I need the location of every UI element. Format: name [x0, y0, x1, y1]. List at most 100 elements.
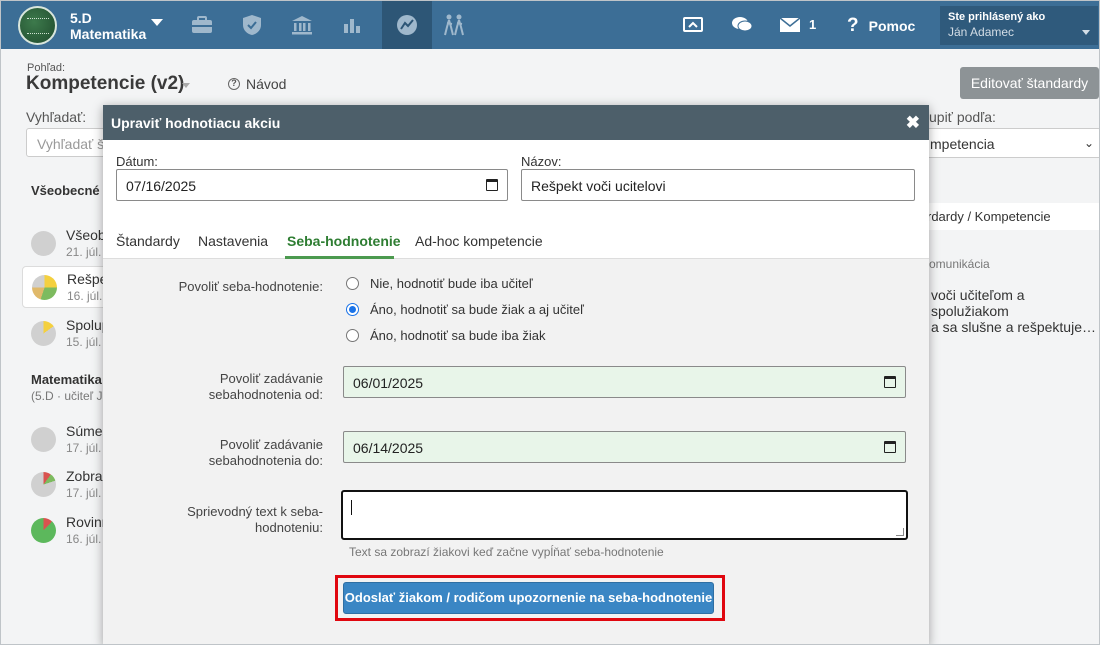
radio-button[interactable]	[346, 329, 359, 342]
name-label: Názov:	[521, 154, 562, 169]
radio-label: Áno, hodnotiť sa bude iba žiak	[370, 328, 546, 343]
date-value: 07/16/2025	[126, 178, 197, 194]
close-icon[interactable]: ✖	[906, 113, 920, 133]
competence-category: omunikácia	[929, 257, 990, 271]
question-circle-icon: ?	[228, 78, 240, 90]
radio-option-teacher-only[interactable]: Nie, hodnotiť bude iba učiteľ	[346, 276, 533, 291]
user-menu[interactable]: Ste prihlásený ako Ján Adamec	[940, 6, 1098, 45]
date-label: Dátum:	[116, 154, 158, 169]
to-date-value: 06/14/2025	[353, 440, 424, 456]
item-date: 21. júl.	[66, 245, 102, 259]
help-link[interactable]: ? Pomoc	[847, 15, 915, 37]
radio-button[interactable]	[346, 277, 359, 290]
dialog-title: Upraviť hodnotiacu akciu	[111, 115, 281, 131]
section-subtitle: (5.D · učiteľ J	[31, 389, 103, 403]
list-item[interactable]: Zobraz 17. júl.	[22, 464, 112, 506]
briefcase-icon[interactable]	[177, 1, 227, 49]
guide-link[interactable]: ? Návod	[228, 76, 286, 92]
dialog-tabs: Štandardy Nastavenia Seba-hodnotenie Ad-…	[103, 223, 929, 259]
accompanying-text-label: Sprievodný text k seba- hodnoteniu:	[123, 504, 323, 536]
chevron-down-icon	[1082, 30, 1090, 35]
section-title-general: Všeobecné	[31, 183, 100, 198]
item-date: 17. júl.	[66, 441, 102, 455]
progress-pie-icon	[31, 321, 56, 346]
item-date: 16. júl.	[67, 289, 103, 303]
self-eval-from-input[interactable]: 06/01/2025	[343, 366, 906, 398]
list-item[interactable]: Všeob 21. júl.	[22, 223, 112, 265]
envelope-icon[interactable]	[765, 1, 815, 49]
cast-icon[interactable]	[668, 1, 718, 49]
standards-competences-tab[interactable]: rdardy / Kompetencie	[923, 203, 1099, 230]
competence-description: voči učiteľom a spolužiakom a sa slušne …	[931, 287, 1099, 335]
guide-label: Návod	[246, 76, 287, 92]
group-by-value: mpetencia	[930, 136, 995, 152]
group-by-select[interactable]: mpetencia ⌄	[923, 128, 1099, 158]
class-switcher[interactable]: 5.D Matematika	[70, 10, 146, 42]
tab-self-evaluation[interactable]: Seba-hodnotenie	[287, 233, 401, 249]
edit-standards-button[interactable]: Editovať štandardy	[960, 67, 1099, 99]
accompanying-text-label-line1: Sprievodný text k seba-	[187, 504, 323, 519]
list-item[interactable]: Rovinn 16. júl.	[22, 510, 112, 552]
view-selector[interactable]: Kompetencie (v2)	[26, 73, 184, 95]
self-eval-to-input[interactable]: 06/14/2025	[343, 431, 906, 463]
top-navbar: 5.D Matematika 1 ? Pomoc Ste prihlásený …	[1, 1, 1099, 49]
from-date-label-line1: Povoliť zadávanie	[219, 371, 323, 386]
radio-label: Nie, hodnotiť bude iba učiteľ	[370, 276, 533, 291]
app-window: 5.D Matematika 1 ? Pomoc Ste prihlásený …	[0, 0, 1100, 645]
calendar-icon[interactable]	[884, 441, 896, 453]
edit-evaluation-dialog: Upraviť hodnotiacu akciu ✖ Dátum: 07/16/…	[103, 105, 929, 644]
from-date-value: 06/01/2025	[353, 375, 424, 391]
progress-pie-icon	[32, 275, 57, 300]
class-logo[interactable]	[18, 6, 57, 45]
send-notification-button[interactable]: Odoslať žiakom / rodičom upozornenie na …	[343, 582, 714, 614]
chart-circle-icon[interactable]	[382, 1, 432, 49]
to-date-label: Povoliť zadávanie sebahodnotenia do:	[123, 437, 323, 469]
group-by-label: upiť podľa:	[929, 109, 996, 125]
to-date-label-line2: sebahodnotenia do:	[208, 453, 323, 468]
user-name: Ján Adamec	[948, 25, 1015, 39]
item-title: Všeob	[66, 227, 106, 243]
chat-icon[interactable]	[717, 1, 767, 49]
chevron-down-icon[interactable]	[182, 83, 190, 88]
competence-description-text: voči učiteľom a spolužiakom a sa slušne …	[931, 287, 1096, 335]
class-name: 5.D	[70, 10, 92, 26]
from-date-label: Povoliť zadávanie sebahodnotenia od:	[123, 371, 323, 403]
tab-settings[interactable]: Nastavenia	[198, 233, 268, 249]
calendar-icon[interactable]	[884, 376, 896, 388]
to-date-label-line1: Povoliť zadávanie	[219, 437, 323, 452]
bar-chart-icon[interactable]	[327, 1, 377, 49]
people-walking-icon[interactable]	[429, 1, 479, 49]
text-cursor	[351, 500, 352, 515]
item-date: 17. júl.	[66, 486, 102, 500]
progress-pie-icon	[31, 518, 56, 543]
calendar-icon[interactable]	[486, 179, 498, 191]
tab-adhoc-competences[interactable]: Ad-hoc kompetencie	[415, 233, 543, 249]
from-date-label-line2: sebahodnotenia od:	[208, 387, 323, 402]
item-title: Rešpe	[67, 271, 108, 287]
radio-button-selected[interactable]	[346, 303, 359, 316]
item-date: 15. júl.	[66, 335, 102, 349]
list-item-selected[interactable]: Rešpe 16. júl.	[22, 266, 112, 308]
list-item[interactable]: Súmer 17. júl.	[22, 419, 112, 461]
progress-pie-icon	[31, 427, 56, 452]
shield-check-icon[interactable]	[227, 1, 277, 49]
bank-icon[interactable]	[277, 1, 327, 49]
resize-handle-icon[interactable]	[896, 528, 904, 536]
radio-option-student-only[interactable]: Áno, hodnotiť sa bude iba žiak	[346, 328, 545, 343]
radio-label: Áno, hodnotiť sa bude žiak a aj učiteľ	[370, 302, 584, 317]
search-input[interactable]: Vyhľadať š	[26, 128, 106, 157]
name-input[interactable]: Rešpekt voči ucitelovi	[521, 169, 915, 201]
subject-name: Matematika	[70, 26, 147, 42]
date-input[interactable]: 07/16/2025	[116, 169, 508, 201]
radio-option-student-and-teacher[interactable]: Áno, hodnotiť sa bude žiak a aj učiteľ	[346, 302, 584, 317]
accompanying-text-input[interactable]	[341, 490, 908, 540]
allow-self-eval-label: Povoliť seba-hodnotenie:	[178, 279, 323, 294]
mail-count-badge: 1	[809, 17, 817, 32]
section-title-math: Matematika	[31, 372, 102, 387]
list-item[interactable]: Spolup 15. júl.	[22, 313, 112, 355]
tab-standards[interactable]: Štandardy	[116, 233, 180, 249]
chevron-down-icon[interactable]	[151, 19, 163, 26]
progress-pie-icon	[31, 231, 56, 256]
progress-pie-icon	[31, 472, 56, 497]
user-label: Ste prihlásený ako	[948, 11, 1046, 23]
